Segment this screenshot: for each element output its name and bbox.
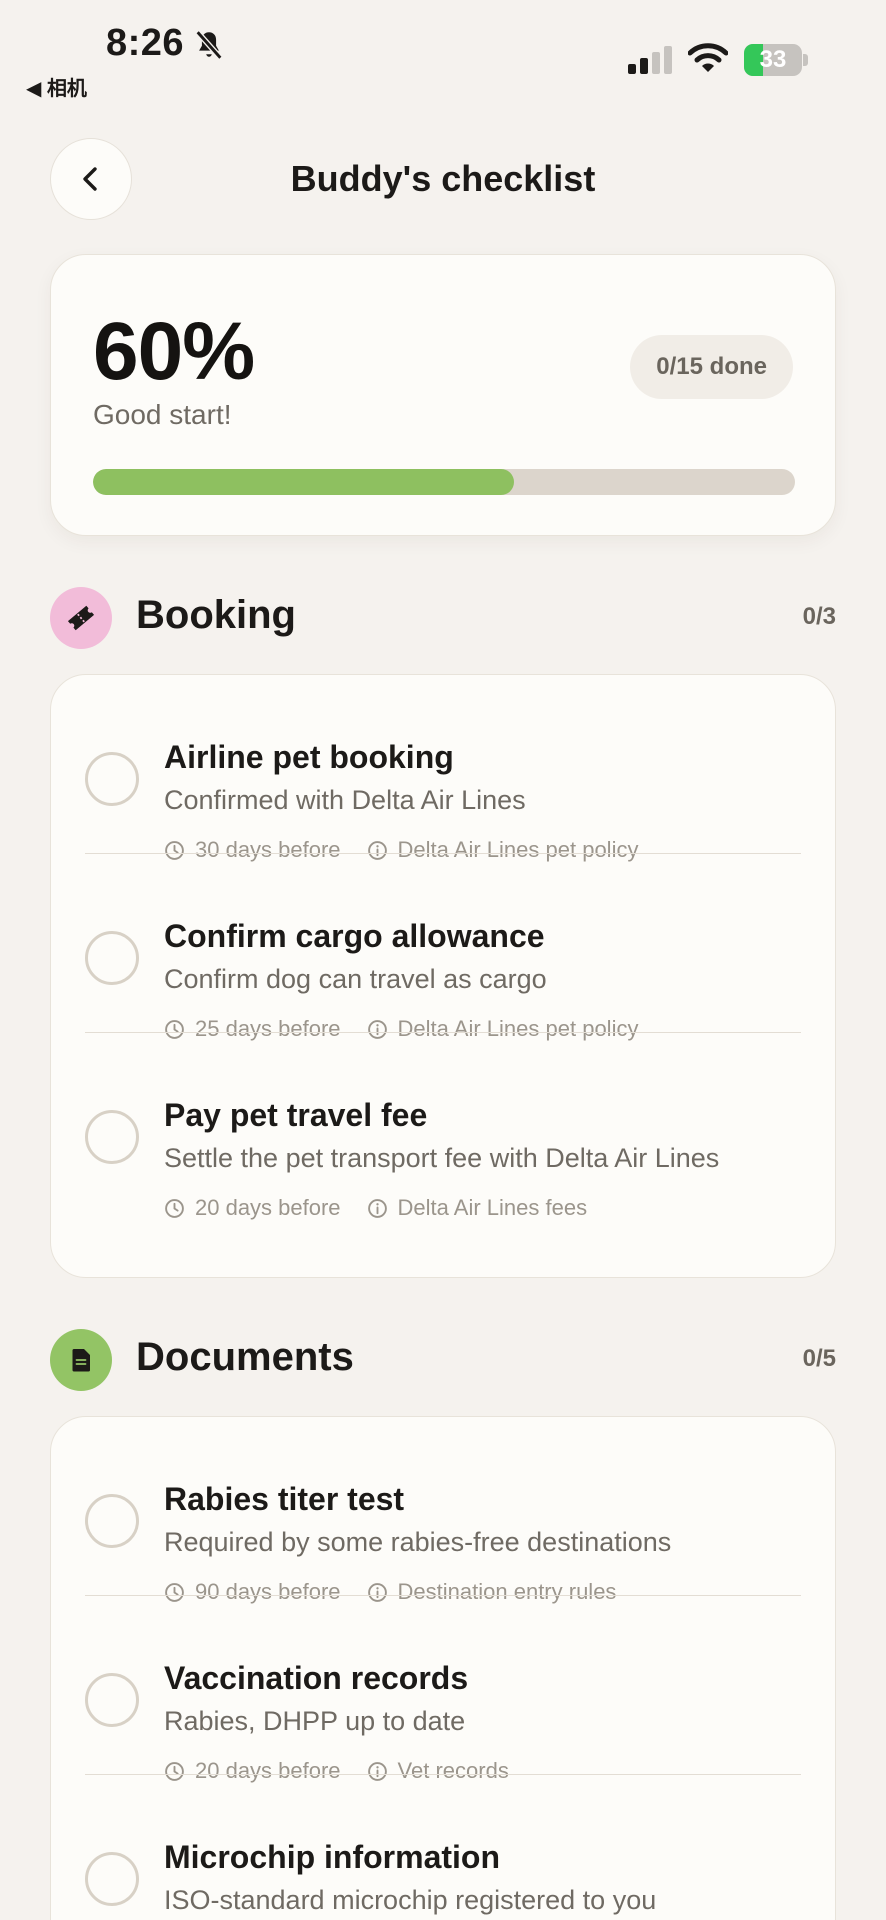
section-title-documents: Documents: [136, 1335, 354, 1379]
checklist-screen: 8:26 ◀ 相机 33 Buddy's checklist 60% Good …: [0, 0, 886, 1920]
status-bar: 8:26 ◀ 相机 33: [0, 0, 886, 100]
item-checkbox[interactable]: [85, 1852, 139, 1906]
item-checkbox[interactable]: [85, 931, 139, 985]
item-checkbox[interactable]: [85, 1110, 139, 1164]
item-description: Settle the pet transport fee with Delta …: [164, 1143, 720, 1173]
item-title: Pay pet travel fee: [164, 1097, 428, 1133]
checklist-item[interactable]: Rabies titer test Required by some rabie…: [51, 1417, 835, 1604]
item-meta: 20 days before Delta Air Lines fees: [164, 1195, 587, 1221]
clock-icon: [165, 1198, 184, 1218]
item-description: Confirmed with Delta Air Lines: [164, 785, 526, 815]
item-title: Airline pet booking: [164, 739, 454, 775]
item-title: Rabies titer test: [164, 1481, 405, 1517]
item-title: Vaccination records: [164, 1660, 469, 1696]
item-checkbox[interactable]: [85, 1494, 139, 1548]
progress-card: 60% Good start! 0/15 done: [50, 254, 836, 536]
documents-checklist-card: Rabies titer test Required by some rabie…: [50, 1416, 836, 1920]
section-header-documents: Documents 0/5: [50, 1329, 836, 1391]
item-title: Confirm cargo allowance: [164, 918, 545, 954]
section-icon-documents: [50, 1329, 112, 1391]
checklist-item[interactable]: Microchip information ISO-standard micro…: [51, 1775, 835, 1920]
booking-checklist-card: Airline pet booking Confirmed with Delta…: [50, 674, 836, 1278]
ticket-icon: [67, 605, 95, 631]
section-header-booking: Booking 0/3: [50, 587, 836, 649]
wifi-icon: [688, 43, 728, 72]
section-icon-booking: [50, 587, 112, 649]
item-checkbox[interactable]: [85, 1673, 139, 1727]
checklist-item[interactable]: Confirm cargo allowance Confirm dog can …: [51, 854, 835, 1041]
item-checkbox[interactable]: [85, 752, 139, 806]
section-count-booking: 0/3: [802, 603, 836, 630]
checklist-item[interactable]: Pay pet travel fee Settle the pet transp…: [51, 1033, 835, 1220]
section-title-booking: Booking: [136, 593, 296, 637]
cellular-signal-icon: [628, 46, 672, 74]
progress-bar: [93, 469, 795, 495]
document-icon: [72, 1349, 90, 1372]
progress-bar-fill: [93, 469, 515, 495]
status-time: 8:26: [106, 22, 185, 64]
item-title: Microchip information: [164, 1839, 500, 1875]
checklist-item[interactable]: Airline pet booking Confirmed with Delta…: [51, 675, 835, 862]
item-description: Required by some rabies-free destination…: [164, 1527, 672, 1557]
item-description: Confirm dog can travel as cargo: [164, 964, 547, 994]
battery-indicator: 33: [744, 44, 808, 76]
page-title: Buddy's checklist: [290, 158, 596, 199]
battery-percent: 33: [759, 46, 787, 73]
item-description: Rabies, DHPP up to date: [164, 1706, 466, 1736]
item-description: ISO-standard microchip registered to you: [164, 1885, 657, 1915]
item-source-link[interactable]: Delta Air Lines fees: [398, 1195, 588, 1221]
progress-percent: 60%: [93, 306, 255, 397]
info-icon: [367, 1198, 387, 1218]
done-count-badge: 0/15 done: [630, 335, 793, 399]
section-count-documents: 0/5: [802, 1345, 836, 1372]
silent-bell-icon: [195, 30, 223, 60]
checklist-item[interactable]: Vaccination records Rabies, DHPP up to d…: [51, 1596, 835, 1783]
back-to-app-link[interactable]: ◀ 相机: [26, 72, 87, 101]
progress-message: Good start!: [93, 399, 232, 430]
item-timing: 20 days before: [195, 1195, 341, 1220]
